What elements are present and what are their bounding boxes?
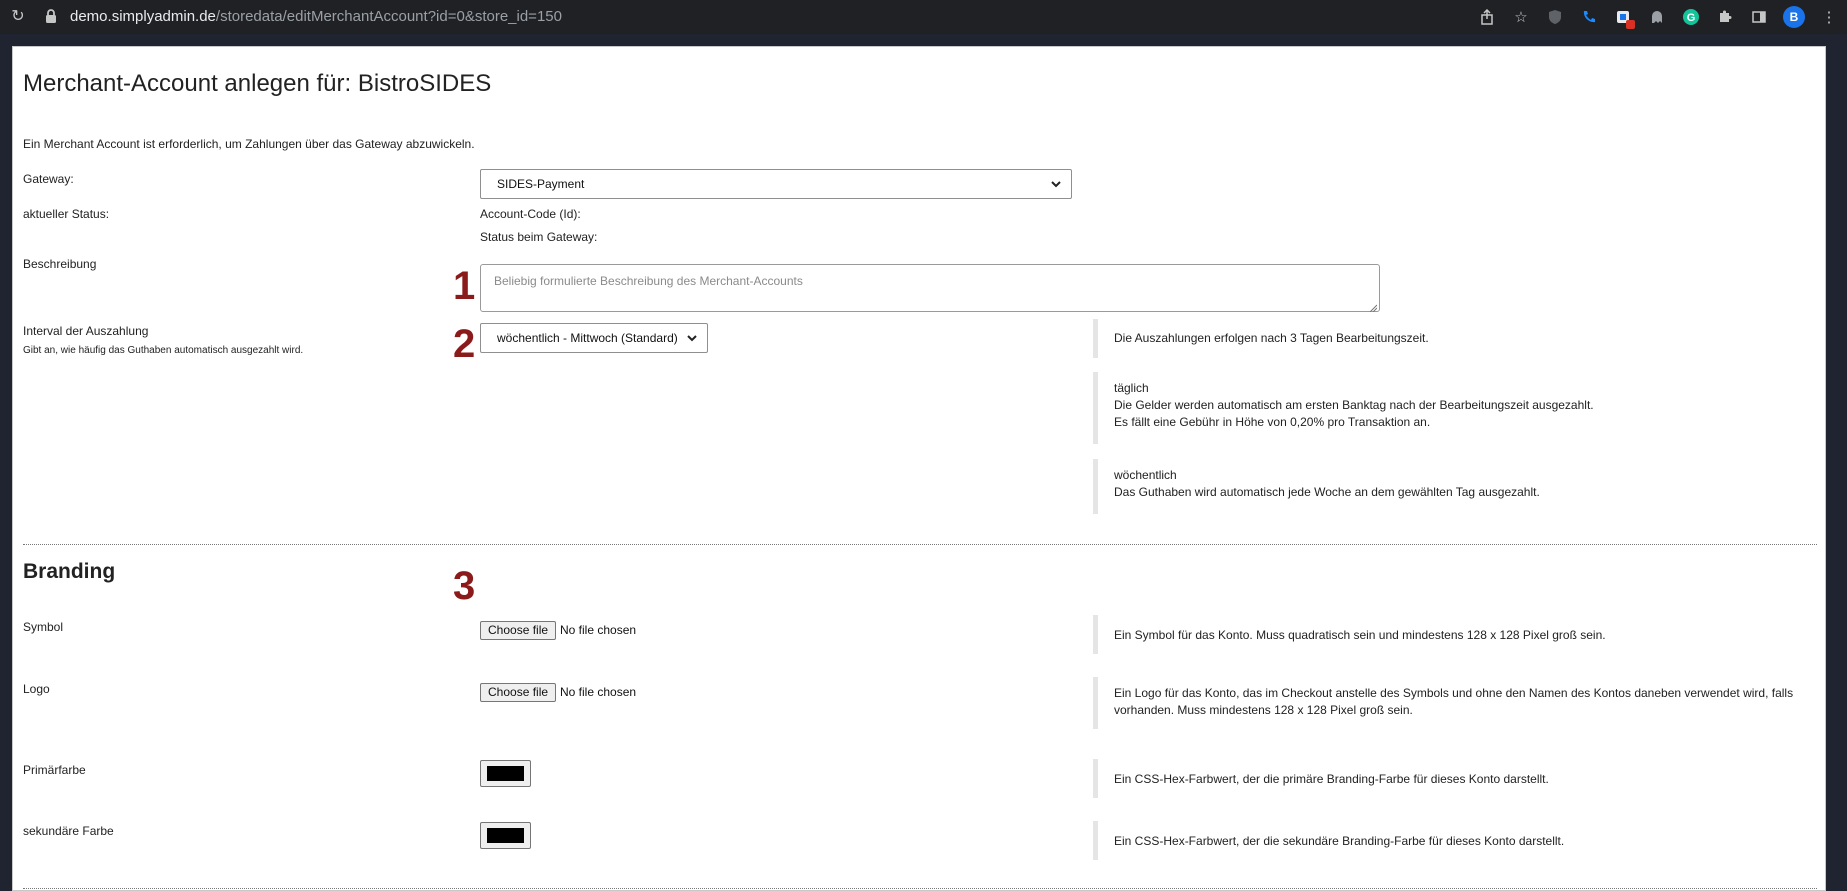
lock-icon[interactable] (44, 8, 60, 26)
help-text: Ein CSS-Hex-Farbwert, der die sekundäre … (1114, 834, 1565, 848)
symbol-help: Ein Symbol für das Konto. Muss quadratis… (1093, 615, 1606, 654)
phone-extension-icon[interactable] (1579, 7, 1599, 27)
help-text: Die Gelder werden automatisch am ersten … (1114, 398, 1594, 412)
logo-label: Logo (23, 682, 50, 696)
annotation-marker-3: 3 (453, 564, 476, 608)
interval-selected-value: wöchentlich - Mittwoch (Standard) (497, 331, 678, 345)
branding-title: Branding (23, 560, 116, 583)
color-swatch (487, 828, 524, 843)
section-divider (23, 888, 1817, 889)
description-placeholder: Beliebig formulierte Beschreibung des Me… (494, 274, 803, 288)
description-textarea[interactable]: Beliebig formulierte Beschreibung des Me… (480, 264, 1380, 313)
interval-help-processing: Die Auszahlungen erfolgen nach 3 Tagen B… (1093, 319, 1429, 358)
interval-select[interactable]: wöchentlich - Mittwoch (Standard) (480, 323, 708, 353)
help-text: Es fällt eine Gebühr in Höhe von 0,20% p… (1114, 415, 1431, 429)
ghost-extension-icon[interactable] (1647, 7, 1667, 27)
secondary-color-help: Ein CSS-Hex-Farbwert, der die sekundäre … (1093, 821, 1564, 860)
grammarly-icon[interactable]: G (1681, 7, 1701, 27)
interval-help-weekly: wöchentlich Das Guthaben wird automatisc… (1093, 459, 1540, 514)
help-title: täglich (1114, 381, 1149, 395)
browser-menu-icon[interactable]: ⋮ (1819, 7, 1839, 27)
section-divider (23, 544, 1817, 545)
help-text: Die Auszahlungen erfolgen nach 3 Tagen B… (1114, 331, 1429, 345)
symbol-label: Symbol (23, 620, 64, 634)
extensions-puzzle-icon[interactable] (1715, 7, 1735, 27)
page-title: Merchant-Account anlegen für: BistroSIDE… (23, 70, 492, 97)
logo-file-status: No file chosen (560, 685, 637, 699)
intro-text: Ein Merchant Account ist erforderlich, u… (23, 137, 475, 151)
merchant-account-form: Merchant-Account anlegen für: BistroSIDE… (12, 46, 1826, 891)
share-icon[interactable] (1477, 7, 1497, 27)
notification-badge (1626, 20, 1635, 29)
browser-actions: ☆ G B ⋮ (1477, 6, 1839, 29)
gateway-select[interactable]: SIDES-Payment (480, 169, 1072, 199)
chevron-down-icon (1049, 170, 1063, 198)
help-text: vorhanden. Muss mindestens 128 x 128 Pix… (1114, 703, 1413, 717)
primary-color-picker[interactable] (480, 760, 531, 787)
profile-avatar[interactable]: B (1783, 6, 1805, 28)
gateway-status-label: Status beim Gateway: (480, 230, 598, 244)
address-bar[interactable]: demo.simplyadmin.de/storedata/editMercha… (70, 8, 562, 26)
help-title: wöchentlich (1114, 468, 1177, 482)
url-host: demo.simplyadmin.de (70, 8, 216, 25)
help-text: Ein CSS-Hex-Farbwert, der die primäre Br… (1114, 772, 1549, 786)
help-text: Ein Symbol für das Konto. Muss quadratis… (1114, 628, 1606, 642)
browser-toolbar: ↻ demo.simplyadmin.de/storedata/editMerc… (0, 0, 1847, 34)
color-swatch (487, 766, 524, 781)
gateway-selected-value: SIDES-Payment (497, 177, 585, 191)
help-text: Ein Logo für das Konto, das im Checkout … (1114, 686, 1794, 700)
interval-sublabel: Gibt an, wie häufig das Guthaben automat… (23, 345, 304, 356)
shield-extension-icon[interactable] (1545, 7, 1565, 27)
extension-badge-icon[interactable] (1613, 7, 1635, 29)
symbol-file-status: No file chosen (560, 623, 637, 637)
status-label: aktueller Status: (23, 207, 110, 221)
primary-color-label: Primärfarbe (23, 763, 86, 777)
account-code-label: Account-Code (Id): (480, 207, 581, 221)
reload-icon[interactable]: ↻ (8, 7, 28, 27)
primary-color-help: Ein CSS-Hex-Farbwert, der die primäre Br… (1093, 759, 1549, 798)
annotation-marker-1: 1 (453, 264, 476, 308)
url-path: /storedata/editMerchantAccount?id=0&stor… (215, 8, 562, 25)
secondary-color-picker[interactable] (480, 822, 531, 849)
secondary-color-label: sekundäre Farbe (23, 824, 114, 838)
svg-text:G: G (1687, 12, 1696, 24)
symbol-choose-file-button[interactable]: Choose file (480, 621, 557, 640)
description-label: Beschreibung (23, 257, 97, 271)
resize-grip-icon[interactable] (1369, 301, 1378, 313)
interval-help-daily: täglich Die Gelder werden automatisch am… (1093, 372, 1594, 444)
help-text: Das Guthaben wird automatisch jede Woche… (1114, 485, 1540, 499)
annotation-marker-2: 2 (453, 322, 476, 366)
side-panel-icon[interactable] (1749, 7, 1769, 27)
logo-choose-file-button[interactable]: Choose file (480, 683, 557, 702)
logo-help: Ein Logo für das Konto, das im Checkout … (1093, 677, 1793, 729)
bookmark-star-icon[interactable]: ☆ (1511, 7, 1531, 27)
interval-label: Interval der Auszahlung (23, 324, 149, 338)
gateway-label: Gateway: (23, 172, 74, 186)
chevron-down-icon (685, 324, 699, 352)
